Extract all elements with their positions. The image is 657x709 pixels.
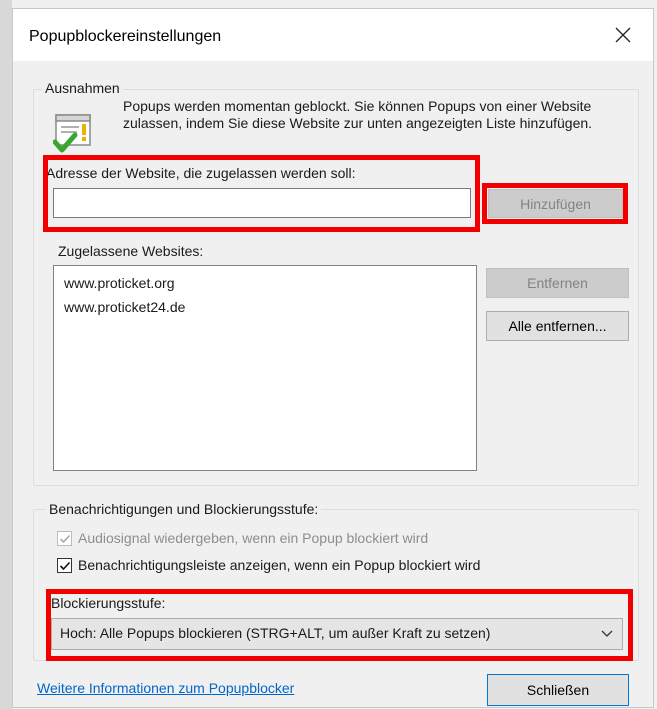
blocking-level-select[interactable]: Hoch: Alle Popups blockieren (STRG+ALT, … [51,618,623,650]
list-item[interactable]: www.proticket24.de [64,299,185,315]
close-window-button[interactable] [603,17,643,53]
close-button[interactable]: Schließen [487,674,629,706]
info-bar-checkbox[interactable] [57,558,72,573]
blocking-level-value: Hoch: Alle Popups blockieren (STRG+ALT, … [60,625,491,641]
remove-button[interactable]: Entfernen [486,268,629,298]
title-bar: Popupblockereinstellungen [13,9,653,61]
blocking-level-label: Blockierungsstufe: [51,595,166,611]
popup-blocker-dialog: Popupblockereinstellungen Ausnahmen Popu… [12,8,654,708]
info-bar-option[interactable]: Benachrichtigungsleiste anzeigen, wenn e… [57,557,537,576]
exceptions-info-text: Popups werden momentan geblockt. Sie kön… [123,98,593,131]
info-bar-checkbox-label: Benachrichtigungsleiste anzeigen, wenn e… [78,557,481,573]
chevron-down-icon [601,630,613,637]
allowed-sites-label: Zugelassene Websites: [58,243,204,259]
notifications-legend: Benachrichtigungen und Blockierungsstufe… [46,501,322,517]
add-button[interactable]: Hinzufügen [488,189,623,218]
checkmark-icon [59,534,71,544]
allowed-sites-list[interactable]: www.proticket.org www.proticket24.de [53,265,477,471]
sound-checkbox[interactable] [57,531,72,546]
website-address-input[interactable] [53,188,471,218]
close-icon [615,27,631,43]
checkmark-icon [59,561,71,571]
list-item[interactable]: www.proticket.org [64,275,174,291]
exceptions-legend: Ausnahmen [42,80,123,96]
dialog-title: Popupblockereinstellungen [29,28,222,45]
sound-checkbox-label: Audiosignal wiedergeben, wenn ein Popup … [78,530,429,546]
more-info-link[interactable]: Weitere Informationen zum Popupblocker [37,680,294,696]
address-label: Adresse der Website, die zugelassen werd… [46,165,356,181]
popup-notice-icon [53,114,91,153]
remove-all-button[interactable]: Alle entfernen... [486,311,629,341]
sound-option[interactable]: Audiosignal wiedergeben, wenn ein Popup … [57,530,497,549]
background-window-edge [0,0,12,709]
